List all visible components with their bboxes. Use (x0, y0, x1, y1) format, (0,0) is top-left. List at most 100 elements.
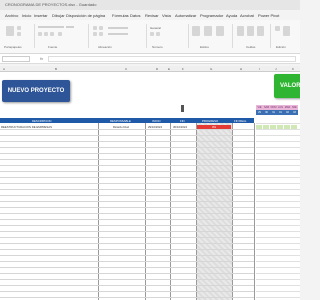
row-line (0, 231, 254, 232)
col-header-h[interactable]: H (240, 67, 242, 71)
divider (270, 24, 271, 48)
menu-inicio[interactable]: Inicio (22, 13, 31, 18)
row-line (0, 255, 254, 256)
format-as-table-icon[interactable] (204, 26, 212, 36)
menu-archivo[interactable]: Archivo (5, 13, 18, 18)
formula-input[interactable] (48, 56, 296, 62)
menu-disposicion[interactable]: Disposición de página (66, 13, 105, 18)
header-fin-real: FIN REAL (234, 119, 247, 123)
menu-dibujar[interactable]: Dibujar (52, 13, 65, 18)
calendar-date: 03 (291, 110, 298, 115)
header-responsable: RESPONSABLE (110, 119, 131, 123)
title-bar: CRONOGRAMA DE PROYECTOS.xlsx - Guardado (0, 0, 300, 10)
delete-cells-icon[interactable] (247, 26, 254, 36)
menu-programador[interactable]: Programador (200, 13, 223, 18)
new-project-button[interactable]: NUEVO PROYECTO (2, 80, 70, 102)
bold-icon[interactable] (38, 32, 42, 36)
col-header-k[interactable]: K (292, 67, 294, 71)
font-size-box[interactable] (66, 26, 74, 28)
col-header-b[interactable]: B (55, 67, 57, 71)
row-line (0, 171, 254, 172)
header-descripcion: DESCRIPCION (32, 119, 52, 123)
col-header-a[interactable]: A (3, 67, 5, 71)
row-line (0, 237, 254, 238)
divider (188, 24, 189, 48)
menu-bar: Archivo Inicio Insertar Dibujar Disposic… (0, 10, 300, 20)
col-header-j[interactable]: J (275, 67, 277, 71)
value-button[interactable]: VALOR T (274, 74, 300, 98)
calendar-date: 31 (270, 110, 277, 115)
formula-bar: fx (0, 54, 300, 64)
window-title: CRONOGRAMA DE PROYECTOS.xlsx - Guardado (5, 2, 97, 7)
header-fin: FIN (180, 119, 185, 123)
divider (146, 24, 147, 48)
menu-formulas[interactable]: Fórmulas (112, 13, 129, 18)
name-box[interactable] (2, 56, 30, 62)
sort-filter-icon[interactable] (283, 26, 290, 36)
percent-icon[interactable] (156, 32, 160, 36)
italic-icon[interactable] (44, 32, 48, 36)
fill-color-icon[interactable] (58, 32, 62, 36)
row-line (0, 279, 254, 280)
conditional-format-icon[interactable] (192, 26, 200, 36)
autosum-icon[interactable] (275, 26, 280, 31)
calendar-date: 02 (284, 110, 291, 115)
row-line (0, 249, 254, 250)
align-top-icon[interactable] (93, 26, 97, 30)
menu-acrobat[interactable]: Acrobat (240, 13, 254, 18)
row-line (0, 147, 254, 148)
number-format-select[interactable]: General (150, 26, 161, 30)
align-left-icon[interactable] (93, 32, 97, 36)
format-cells-icon[interactable] (257, 26, 264, 36)
wrap-text-button[interactable] (108, 27, 128, 29)
gantt-cell (277, 125, 283, 129)
menu-insertar[interactable]: Insertar (34, 13, 48, 18)
row-line (0, 165, 254, 166)
paste-icon[interactable] (6, 26, 14, 36)
merge-button[interactable] (108, 33, 128, 35)
col-header-g[interactable]: G (210, 67, 212, 71)
row-line (0, 135, 254, 136)
currency-icon[interactable] (150, 32, 154, 36)
row-line (0, 159, 254, 160)
divider (88, 24, 89, 48)
worksheet-grid[interactable]: NUEVO PROYECTO VALOR T VIE SAB DOM LUN M… (0, 72, 300, 300)
row-line (0, 183, 254, 184)
group-alineacion: Alineación (98, 45, 112, 49)
col-header-e[interactable]: E (168, 67, 170, 71)
menu-automatizar[interactable]: Automatizar (175, 13, 196, 18)
align-center-icon[interactable] (99, 32, 103, 36)
font-name-box[interactable] (38, 26, 64, 28)
menu-ayuda[interactable]: Ayuda (226, 13, 237, 18)
insert-cells-icon[interactable] (237, 26, 244, 36)
copy-icon[interactable] (17, 32, 21, 36)
menu-datos[interactable]: Datos (130, 13, 140, 18)
gantt-cell (291, 125, 297, 129)
fx-icon[interactable]: fx (40, 56, 43, 61)
gantt-cell (270, 125, 276, 129)
row-line (0, 129, 254, 130)
group-fuente: Fuente (48, 45, 58, 49)
col-header-c[interactable]: C (125, 67, 127, 71)
header-inicio: INICIO (152, 119, 161, 123)
cut-icon[interactable] (17, 26, 21, 30)
ribbon: Portapapeles Fuente Alineación General N… (0, 20, 300, 54)
underline-icon[interactable] (50, 32, 54, 36)
menu-revisar[interactable]: Revisar (145, 13, 159, 18)
row-line (0, 261, 254, 262)
menu-power-pivot[interactable]: Power Pivot (258, 13, 279, 18)
col-header-d[interactable]: D (156, 67, 158, 71)
cell-styles-icon[interactable] (216, 26, 224, 36)
row-line (0, 291, 254, 292)
gantt-cell (263, 125, 269, 129)
row-line (0, 213, 254, 214)
col-header-f[interactable]: F (182, 67, 184, 71)
menu-vista[interactable]: Vista (162, 13, 171, 18)
align-middle-icon[interactable] (99, 26, 103, 30)
row-line (0, 225, 254, 226)
gantt-area[interactable] (256, 123, 300, 300)
group-celdas: Celdas (246, 45, 256, 49)
row-line (0, 201, 254, 202)
scroll-handle[interactable] (181, 105, 184, 112)
col-header-i[interactable]: I (259, 67, 260, 71)
